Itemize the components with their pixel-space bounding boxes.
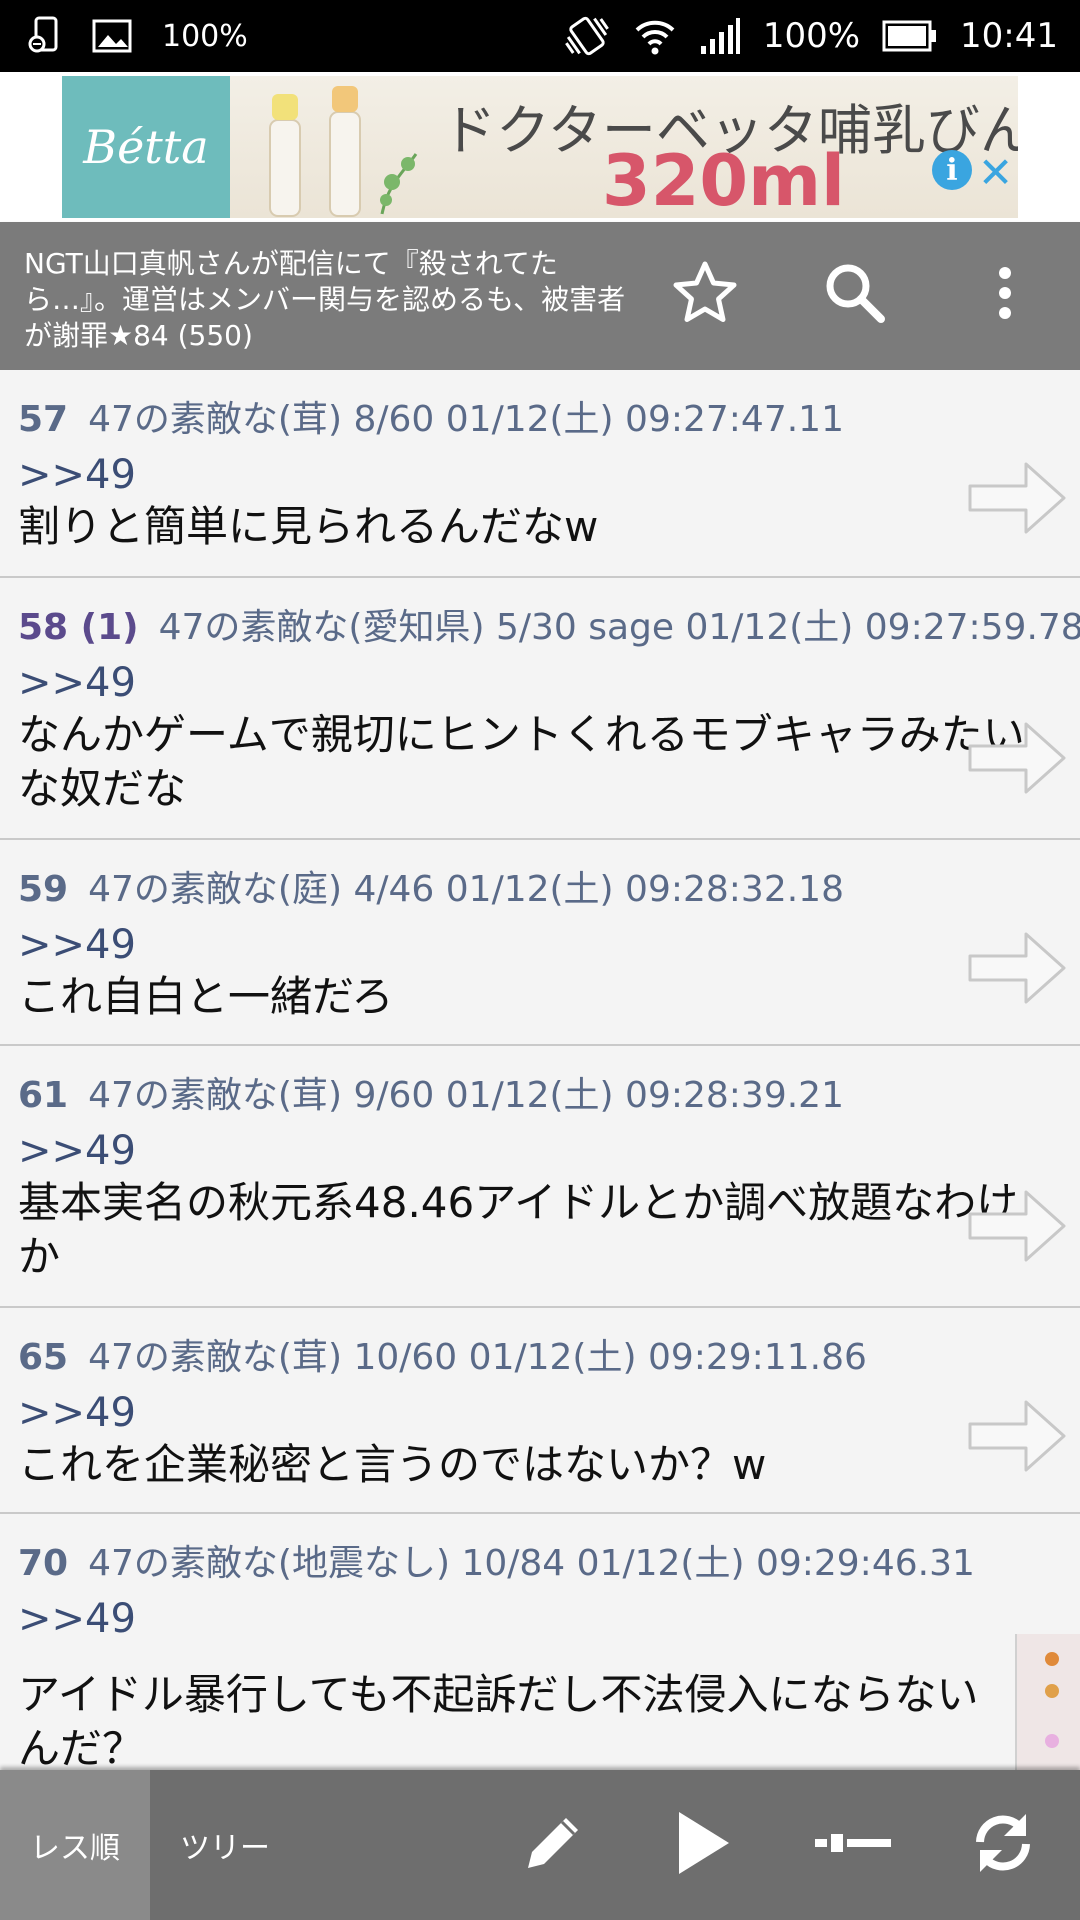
- scroll-speed-button[interactable]: [808, 1800, 898, 1890]
- arrow-right-icon[interactable]: [968, 1186, 1068, 1270]
- post-number[interactable]: 57: [18, 399, 68, 440]
- post-meta: 10/60 01/12(土) 09:29:11.86: [353, 1337, 867, 1378]
- search-icon: [820, 258, 890, 332]
- post-header: 61 47の素敵な(茸) 9/60 01/12(土) 09:28:39.21: [18, 1066, 844, 1118]
- post-author[interactable]: 47の素敵な(庭): [88, 869, 342, 910]
- post-header: 58 (1) 47の素敵な(愛知県) 5/30 sage 01/12(土) 09:…: [18, 598, 1080, 650]
- background-thread-content: アイドル暴行しても不起訴だし不法侵入にならないんだ？: [0, 1634, 1080, 1770]
- post-body: 割りと簡単に見られるんだなw: [18, 502, 599, 551]
- indicator-dot: [1045, 1684, 1059, 1698]
- tab-post-order[interactable]: レス順: [0, 1770, 150, 1920]
- post-header: 59 47の素敵な(庭) 4/46 01/12(土) 09:28:32.18: [18, 860, 844, 912]
- arrow-right-icon[interactable]: [968, 718, 1068, 802]
- compose-button[interactable]: [508, 1800, 598, 1890]
- tab-tree[interactable]: ツリー: [150, 1770, 300, 1920]
- post-number[interactable]: 65: [18, 1337, 68, 1378]
- post-list[interactable]: 57 47の素敵な(茸) 8/60 01/12(土) 09:27:47.11 >>…: [0, 370, 1080, 1634]
- post-author[interactable]: 47の素敵な(茸): [88, 1337, 342, 1378]
- wifi-icon: [633, 14, 677, 58]
- refresh-button[interactable]: [958, 1800, 1048, 1890]
- post-meta: 4/46 01/12(土) 09:28:32.18: [353, 869, 844, 910]
- thread-title[interactable]: NGT山口真帆さんが配信にて『殺されてたら…』。運営はメンバー関与を認めるも、被…: [24, 246, 644, 354]
- ad-logo: Bétta: [62, 76, 230, 218]
- post-header: 65 47の素敵な(茸) 10/60 01/12(土) 09:29:11.86: [18, 1328, 867, 1380]
- ad-banner[interactable]: Bétta ドクターベッタ哺乳びん 320ml i ✕: [0, 72, 1080, 222]
- post-item[interactable]: 58 (1) 47の素敵な(愛知県) 5/30 sage 01/12(土) 09:…: [0, 578, 1080, 840]
- notification-icon: [28, 16, 62, 56]
- ad-size-text: 320ml: [602, 140, 846, 218]
- post-number[interactable]: 59: [18, 869, 68, 910]
- search-button[interactable]: [810, 250, 900, 340]
- app-bar: NGT山口真帆さんが配信にて『殺されてたら…』。運営はメンバー関与を認めるも、被…: [0, 222, 1080, 370]
- post-body: これを企業秘密と言うのではないか？w: [18, 1440, 767, 1489]
- post-item[interactable]: 70 47の素敵な(地震なし) 10/84 01/12(土) 09:29:46.3…: [0, 1514, 1080, 1634]
- more-vert-icon: [995, 263, 1015, 327]
- gallery-icon: [92, 19, 132, 53]
- post-anchor-link[interactable]: >>49: [18, 922, 136, 968]
- post-anchor-link[interactable]: >>49: [18, 1596, 136, 1634]
- status-bar: 100% 100% 10:41: [0, 0, 1080, 72]
- indicator-dot: [1045, 1734, 1059, 1748]
- post-anchor-link[interactable]: >>49: [18, 1128, 136, 1174]
- post-author[interactable]: 47の素敵な(茸): [88, 1075, 342, 1116]
- post-author[interactable]: 47の素敵な(茸): [88, 399, 342, 440]
- bottom-toolbar: レス順 ツリー: [0, 1770, 1080, 1920]
- post-number[interactable]: 70: [18, 1543, 68, 1584]
- post-body: アイドル暴行しても不起訴だし不法侵入にならないんだ？: [18, 1670, 979, 1770]
- battery-icon: [882, 20, 938, 52]
- play-icon: [673, 1808, 733, 1882]
- post-author[interactable]: 47の素敵な(愛知県): [159, 607, 485, 648]
- post-meta: 9/60 01/12(土) 09:28:39.21: [353, 1075, 844, 1116]
- post-anchor-link[interactable]: >>49: [18, 660, 136, 706]
- arrow-right-icon[interactable]: [968, 1396, 1068, 1480]
- post-item[interactable]: 61 47の素敵な(茸) 9/60 01/12(土) 09:28:39.21 >>…: [0, 1046, 1080, 1308]
- arrow-right-icon[interactable]: [968, 928, 1068, 1012]
- refresh-icon: [968, 1808, 1038, 1882]
- left-battery-text: 100%: [162, 18, 248, 54]
- slider-icon: [813, 1828, 893, 1862]
- post-header: 70 47の素敵な(地震なし) 10/84 01/12(土) 09:29:46.3…: [18, 1534, 975, 1586]
- clock: 10:41: [960, 16, 1058, 56]
- bottle-image: [242, 82, 432, 218]
- post-item[interactable]: 57 47の素敵な(茸) 8/60 01/12(土) 09:27:47.11 >>…: [0, 370, 1080, 578]
- post-number[interactable]: 58 (1): [18, 607, 139, 648]
- post-header: 57 47の素敵な(茸) 8/60 01/12(土) 09:27:47.11: [18, 390, 844, 442]
- post-body: なんかゲームで親切にヒントくれるモブキャラみたいな奴だな: [18, 710, 1025, 813]
- overflow-menu-button[interactable]: [960, 250, 1050, 340]
- post-meta: 10/84 01/12(土) 09:29:46.31: [461, 1543, 975, 1584]
- post-author[interactable]: 47の素敵な(地震なし): [88, 1543, 450, 1584]
- favorite-button[interactable]: [660, 250, 750, 340]
- post-body: これ自白と一緒だろ: [18, 972, 394, 1021]
- ad-info-icon[interactable]: i: [932, 150, 972, 190]
- indicator-dot: [1045, 1652, 1059, 1666]
- post-meta: 8/60 01/12(土) 09:27:47.11: [353, 399, 844, 440]
- post-anchor-link[interactable]: >>49: [18, 1390, 136, 1436]
- battery-percent: 100%: [762, 16, 861, 56]
- ad-image[interactable]: Bétta ドクターベッタ哺乳びん 320ml: [62, 76, 1018, 218]
- post-item[interactable]: 59 47の素敵な(庭) 4/46 01/12(土) 09:28:32.18 >>…: [0, 840, 1080, 1046]
- autoscroll-play-button[interactable]: [658, 1800, 748, 1890]
- ad-close-icon[interactable]: ✕: [978, 148, 1013, 197]
- signal-icon: [699, 16, 741, 56]
- vibrate-icon: [563, 14, 611, 58]
- post-body: 基本実名の秋元系48.46アイドルとか調べ放題なわけか: [18, 1178, 1019, 1281]
- post-number[interactable]: 61: [18, 1075, 68, 1116]
- post-item[interactable]: 65 47の素敵な(茸) 10/60 01/12(土) 09:29:11.86 >…: [0, 1308, 1080, 1514]
- post-meta: 5/30 sage 01/12(土) 09:27:59.78: [495, 607, 1080, 648]
- side-indicator: [1015, 1634, 1080, 1770]
- post-anchor-link[interactable]: >>49: [18, 452, 136, 498]
- pencil-icon: [518, 1808, 588, 1882]
- arrow-right-icon[interactable]: [968, 458, 1068, 542]
- star-icon: [670, 258, 740, 332]
